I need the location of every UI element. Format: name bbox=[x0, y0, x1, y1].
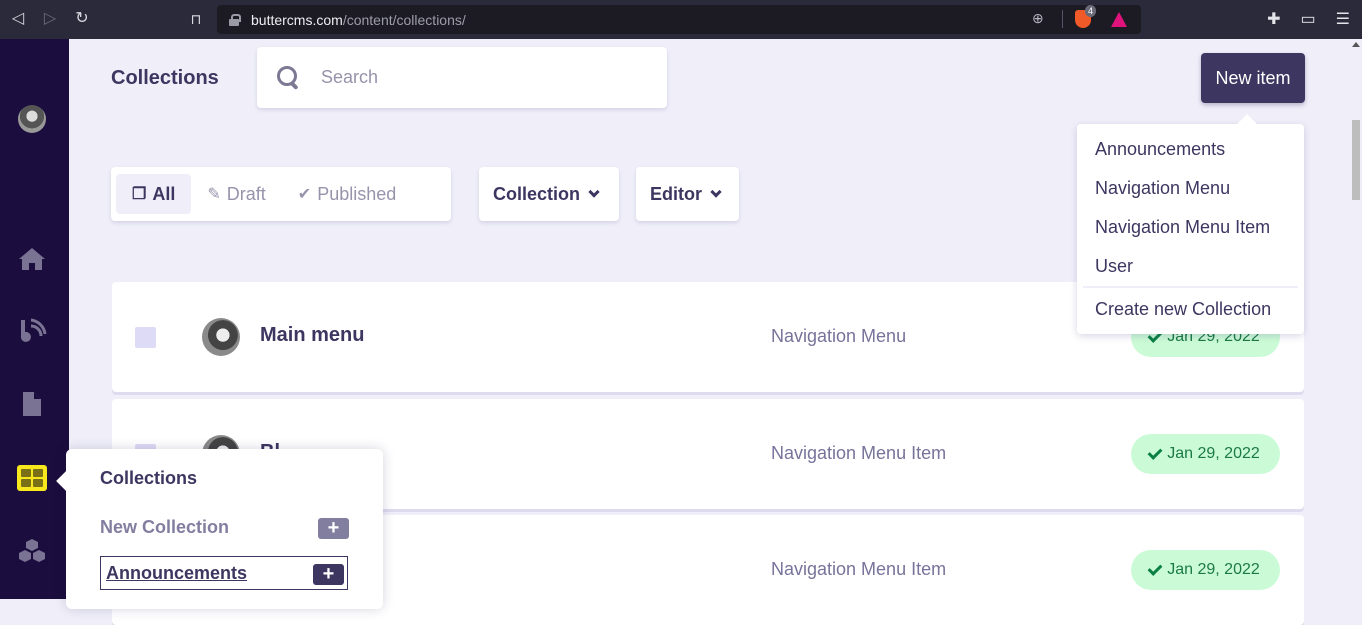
row-checkbox[interactable] bbox=[135, 327, 156, 348]
url-text[interactable]: buttercms.com/content/collections/ bbox=[251, 12, 466, 28]
status-filter: ❐ All ✎ Draft ✔ Published bbox=[111, 167, 451, 221]
new-collection-link[interactable]: New Collection bbox=[100, 517, 229, 538]
status-date: Jan 29, 2022 bbox=[1167, 561, 1260, 578]
menu-item-navigation-menu[interactable]: Navigation Menu bbox=[1077, 175, 1304, 214]
collections-icon[interactable] bbox=[17, 465, 47, 491]
add-announcement-plus-button[interactable]: + bbox=[313, 564, 344, 585]
row-type: Navigation Menu bbox=[771, 326, 907, 346]
status-date: Jan 29, 2022 bbox=[1167, 445, 1260, 462]
bookmark-icon[interactable]: ⊓ bbox=[186, 9, 206, 29]
shield-count-badge: 4 bbox=[1085, 5, 1097, 17]
new-collection-plus-button[interactable]: + bbox=[318, 518, 349, 539]
pencil-icon: ✎ bbox=[207, 186, 221, 203]
sidebar bbox=[0, 39, 69, 599]
menu-divider bbox=[1083, 286, 1298, 288]
address-bar[interactable]: buttercms.com/content/collections/ ⊕ 4 bbox=[217, 5, 1141, 34]
filter-all-label: All bbox=[152, 183, 176, 204]
status-badge: Jan 29, 2022 bbox=[1131, 550, 1280, 590]
chevron-down-icon bbox=[588, 186, 600, 198]
collection-dropdown[interactable]: Collection bbox=[479, 167, 619, 221]
scroll-up-icon[interactable] bbox=[1352, 42, 1360, 47]
filter-published-label: Published bbox=[317, 183, 397, 204]
check-icon bbox=[1147, 560, 1163, 576]
flyout-item-label[interactable]: Announcements bbox=[106, 563, 247, 584]
divider bbox=[1062, 10, 1063, 28]
pages-icon[interactable] bbox=[16, 389, 48, 419]
url-domain: buttercms.com bbox=[251, 11, 343, 28]
filter-published[interactable]: ✔ Published bbox=[282, 174, 412, 214]
new-item-menu: Announcements Navigation Menu Navigation… bbox=[1077, 124, 1304, 334]
back-icon[interactable]: ◁ bbox=[8, 9, 28, 29]
url-path: /content/collections/ bbox=[342, 11, 466, 28]
row-name[interactable]: Main menu bbox=[260, 324, 364, 347]
row-type: Navigation Menu Item bbox=[771, 559, 947, 579]
check-icon bbox=[1147, 444, 1163, 460]
menu-icon[interactable]: ☰ bbox=[1336, 9, 1350, 29]
menu-item-create-collection[interactable]: Create new Collection bbox=[1077, 296, 1304, 335]
components-icon[interactable] bbox=[16, 536, 48, 566]
search-icon bbox=[277, 65, 301, 90]
address-bar-actions: ⊕ 4 bbox=[1032, 5, 1127, 28]
home-icon[interactable] bbox=[16, 244, 48, 274]
flyout-title: Collections bbox=[100, 468, 198, 488]
avatar[interactable] bbox=[18, 105, 46, 133]
wallet-icon[interactable]: ▭ bbox=[1301, 9, 1316, 29]
filter-all[interactable]: ❐ All bbox=[116, 174, 192, 214]
row-type: Navigation Menu Item bbox=[771, 443, 947, 463]
zoom-icon[interactable]: ⊕ bbox=[1032, 10, 1050, 28]
filter-draft-label: Draft bbox=[226, 183, 266, 204]
brave-shield-icon[interactable]: 4 bbox=[1075, 5, 1097, 28]
scrollbar-thumb[interactable] bbox=[1352, 120, 1360, 200]
lock-icon bbox=[229, 13, 241, 26]
browser-actions: ✚ ▭ ☰ bbox=[1267, 9, 1350, 29]
browser-toolbar: ◁ ▷ ↻ ⊓ buttercms.com/content/collection… bbox=[0, 0, 1362, 39]
editor-dropdown[interactable]: Editor bbox=[636, 167, 739, 221]
editor-dropdown-label: Editor bbox=[650, 183, 702, 204]
reload-icon[interactable]: ↻ bbox=[72, 9, 92, 29]
author-avatar bbox=[202, 318, 240, 356]
search-input[interactable] bbox=[321, 67, 621, 88]
collections-flyout: Collections New Collection + Announcemen… bbox=[66, 449, 383, 609]
extensions-icon[interactable]: ✚ bbox=[1267, 9, 1280, 29]
forward-icon[interactable]: ▷ bbox=[40, 9, 60, 29]
flyout-item-announcements[interactable]: Announcements + bbox=[100, 556, 348, 590]
chevron-down-icon bbox=[710, 186, 722, 198]
new-item-button[interactable]: New item bbox=[1201, 53, 1305, 103]
page-title: Collections bbox=[111, 67, 219, 89]
menu-item-announcements[interactable]: Announcements bbox=[1077, 136, 1304, 175]
brave-rewards-icon[interactable] bbox=[1111, 11, 1127, 27]
collection-dropdown-label: Collection bbox=[493, 183, 581, 204]
menu-item-navigation-menu-item[interactable]: Navigation Menu Item bbox=[1077, 214, 1304, 253]
copy-icon: ❐ bbox=[132, 186, 147, 203]
check-icon: ✔ bbox=[297, 186, 312, 203]
search-box[interactable] bbox=[257, 47, 667, 108]
filter-draft[interactable]: ✎ Draft bbox=[191, 174, 281, 214]
blog-icon[interactable] bbox=[16, 316, 48, 346]
status-badge: Jan 29, 2022 bbox=[1131, 434, 1280, 474]
